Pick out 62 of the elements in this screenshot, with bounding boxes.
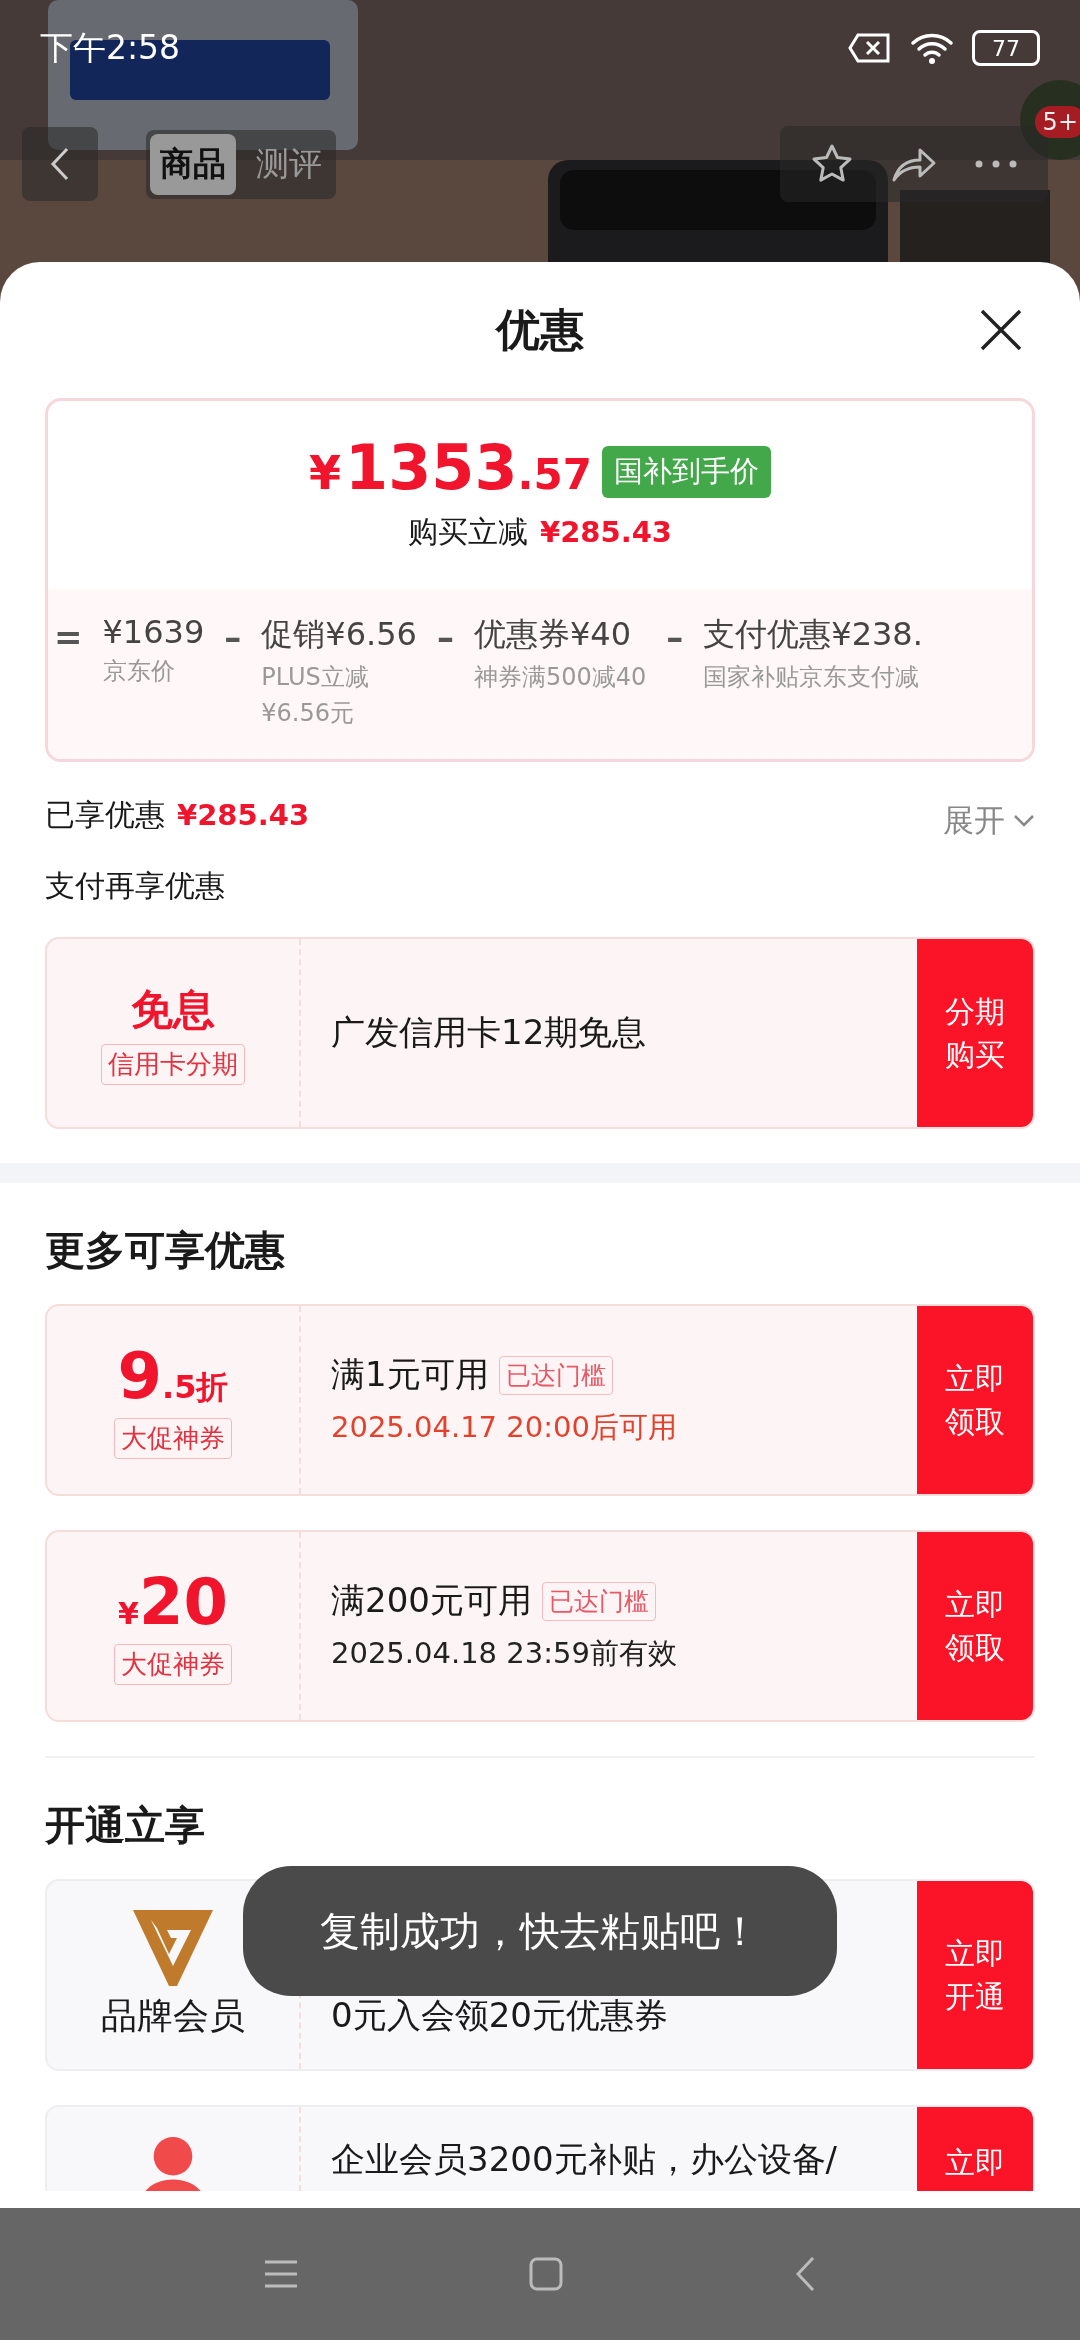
threshold-tag: 已达门槛: [541, 1581, 656, 1621]
enjoyed-label: 已享优惠: [45, 795, 165, 834]
join-button[interactable]: 立即: [917, 2107, 1033, 2191]
back-button[interactable]: [22, 127, 98, 201]
more-icon[interactable]: [974, 159, 1018, 169]
price-tag: 国补到手价: [602, 446, 771, 498]
saving-label: 购买立减: [407, 513, 528, 551]
coupon-condition: 满1元可用: [331, 1353, 489, 1396]
notification-badge: 5+: [1034, 106, 1080, 138]
coupon-value: ¥20: [118, 1567, 228, 1638]
tab[interactable]: 商品: [150, 133, 236, 195]
installment-button[interactable]: 分期购买: [917, 939, 1033, 1127]
expand-toggle[interactable]: 展开: [943, 788, 1035, 842]
breakdown-note: 京东价: [102, 656, 176, 687]
operator-sign: –: [666, 616, 684, 657]
threshold-tag: 已达门槛: [498, 1355, 613, 1395]
breakdown-amount: 优惠券¥40: [473, 614, 632, 655]
offer-tag: 信用卡分期: [101, 1043, 245, 1085]
breakdown-note: PLUS立减: [261, 662, 370, 693]
section-heading: 更多可享优惠: [45, 1226, 286, 1275]
breakdown-note: 神券满500减40: [473, 662, 647, 693]
coupon-condition: 满200元可用: [331, 1579, 532, 1622]
v-logo-icon: [133, 1909, 213, 1986]
final-price: ¥1353.57: [309, 431, 592, 504]
breakdown-note: ¥6.56元: [261, 698, 355, 729]
chevron-icon: [1013, 814, 1035, 828]
sheet-title: 优惠: [496, 302, 584, 357]
coupon-value: 9.5折: [117, 1341, 229, 1412]
breakdown-amount: ¥1639: [102, 613, 205, 651]
enjoyed-amount: ¥285.43: [177, 798, 310, 832]
claim-button[interactable]: 立即领取: [917, 1306, 1033, 1494]
toast-message: 复制成功，快去粘贴吧！: [243, 1866, 837, 1996]
sim-off-icon: [848, 32, 892, 64]
wifi-icon: [910, 31, 954, 65]
saving-amount: ¥285.43: [539, 515, 673, 549]
operator-sign: =: [54, 616, 83, 657]
back-icon: [49, 146, 71, 182]
offer-headline: 免息: [131, 983, 215, 1036]
membership-name: 品牌会员: [101, 1993, 245, 2038]
home-icon[interactable]: [529, 2257, 563, 2291]
membership-text: 0元入会领20元优惠券: [331, 1994, 668, 2037]
close-icon[interactable]: [979, 308, 1023, 352]
back-icon[interactable]: [793, 2255, 817, 2293]
coupon-date: 2025.04.17 20:00后可用: [331, 1409, 677, 1446]
offer-text: 广发信用卡12期免息: [331, 1011, 647, 1054]
coupon-date: 2025.04.18 23:59前有效: [331, 1635, 677, 1672]
breakdown-note: 国家补贴京东支付减: [703, 662, 921, 693]
menu-icon[interactable]: [263, 2259, 299, 2289]
breakdown-amount: 支付优惠¥238.: [703, 614, 923, 655]
section-heading: 开通立享: [45, 1801, 206, 1850]
coupon-tag: 大促神券: [114, 1643, 232, 1685]
join-button[interactable]: 立即开通: [917, 1881, 1033, 2069]
breakdown-amount: 促销¥6.56: [261, 614, 417, 655]
tab[interactable]: 测评: [246, 133, 332, 195]
section-heading: 支付再享优惠: [45, 867, 226, 905]
battery-icon: 77: [972, 30, 1040, 66]
claim-button[interactable]: 立即领取: [917, 1532, 1033, 1720]
operator-sign: –: [224, 616, 242, 657]
membership-text: 企业会员3200元补贴，办公设备/: [331, 2138, 837, 2181]
operator-sign: –: [436, 616, 454, 657]
coupon-tag: 大促神券: [114, 1417, 232, 1459]
status-time: 下午2:58: [40, 26, 181, 69]
